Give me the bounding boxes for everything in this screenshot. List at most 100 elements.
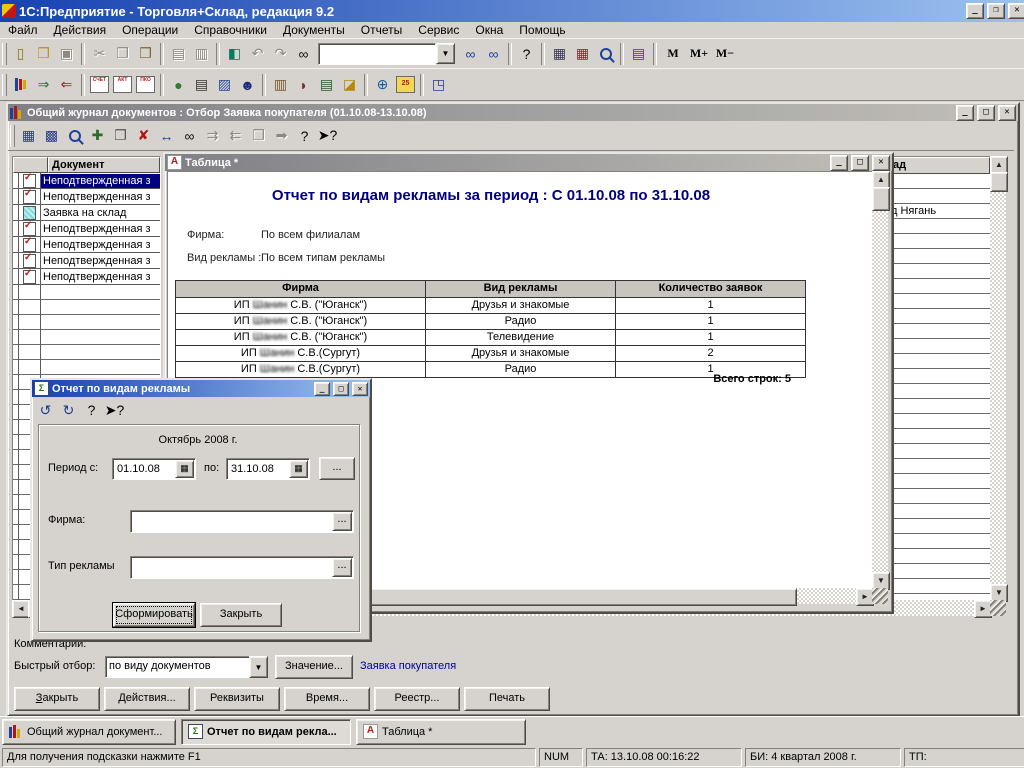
undo-icon[interactable]: ↶ xyxy=(246,43,269,65)
resize-grip[interactable] xyxy=(872,588,888,604)
pko-document-icon[interactable]: ПКО xyxy=(134,74,157,96)
save-icon[interactable]: ▣ xyxy=(55,43,78,65)
search-input[interactable] xyxy=(320,45,420,63)
restore-button[interactable]: ❐ xyxy=(987,3,1005,19)
print-preview-icon[interactable]: ▥ xyxy=(190,43,213,65)
memory-minus-icon[interactable]: M− xyxy=(712,43,738,65)
clipboard-icon[interactable]: ▨ xyxy=(213,74,236,96)
minimize-button[interactable]: _ xyxy=(314,382,330,396)
staff-icon[interactable]: ☻ xyxy=(236,74,259,96)
calculator-icon[interactable]: ▦ xyxy=(548,43,571,65)
period-from-field[interactable]: ▦ xyxy=(112,458,196,480)
tab-report-dialog[interactable]: Σ Отчет по видам рекла... xyxy=(181,719,351,745)
ad-type-input[interactable] xyxy=(133,558,329,576)
menu-service[interactable]: Сервис xyxy=(410,22,467,38)
subordinate-docs-icon[interactable]: ❒ xyxy=(247,125,270,147)
context-help-icon[interactable]: ➤? xyxy=(316,125,339,147)
help-icon[interactable]: ? xyxy=(515,43,538,65)
help-icon[interactable]: ? xyxy=(80,399,103,421)
minimize-button[interactable]: _ xyxy=(830,155,848,171)
journal-row[interactable]: Неподтвержденная з xyxy=(13,189,160,205)
firm-input[interactable] xyxy=(133,512,329,530)
journal-row[interactable]: Неподтвержденная з xyxy=(13,253,160,269)
table-vertical-scrollbar[interactable]: ▲ ▼ xyxy=(872,171,888,588)
toolbar-gripper[interactable] xyxy=(2,43,7,65)
invoice-schet-icon[interactable]: СЧЕТ xyxy=(88,74,111,96)
period-more-button[interactable]: ... xyxy=(319,457,355,480)
search-combobox[interactable] xyxy=(318,43,436,65)
menu-actions[interactable]: Действия xyxy=(46,22,115,38)
journal-row[interactable]: Заявка на склад xyxy=(13,205,160,221)
doc-incoming-icon[interactable]: ⇒ xyxy=(32,74,55,96)
new-document-icon[interactable]: ▯ xyxy=(9,43,32,65)
toolbar-gripper[interactable] xyxy=(2,74,7,96)
user-monitor-icon[interactable]: ◧ xyxy=(223,43,246,65)
find-next-icon[interactable]: ∞ xyxy=(459,43,482,65)
shredder-icon[interactable]: ▥ xyxy=(269,74,292,96)
new-row-icon[interactable]: ✚ xyxy=(86,125,109,147)
menu-help[interactable]: Помощь xyxy=(511,22,573,38)
report-chart-icon[interactable]: ◪ xyxy=(338,74,361,96)
globe-icon[interactable]: ⊕ xyxy=(371,74,394,96)
save-settings-icon[interactable]: ↺ xyxy=(34,399,57,421)
menu-operations[interactable]: Операции xyxy=(114,22,186,38)
minimize-button[interactable]: _ xyxy=(956,105,974,121)
purse-icon[interactable]: ◗ xyxy=(292,74,315,96)
delete-row-icon[interactable]: ✘ xyxy=(132,125,155,147)
close-journal-button[interactable]: Закрыть xyxy=(14,687,100,711)
restore-settings-icon[interactable]: ↻ xyxy=(57,399,80,421)
close-button[interactable]: ✕ xyxy=(352,382,368,396)
copy-row-icon[interactable]: ❐ xyxy=(109,125,132,147)
menu-documents[interactable]: Документы xyxy=(275,22,353,38)
close-button[interactable]: ✕ xyxy=(998,105,1016,121)
paste-icon[interactable]: ❒ xyxy=(134,43,157,65)
formula-calculator-icon[interactable]: ▦ xyxy=(571,43,594,65)
quick-filter-combobox[interactable]: по виду документов xyxy=(105,656,250,678)
table-title-bar[interactable]: A Таблица * _ □ ✕ xyxy=(165,154,892,171)
actions-button[interactable]: Действия... xyxy=(104,687,190,711)
interval-icon[interactable]: ↔ xyxy=(155,125,178,147)
scroll-thumb[interactable] xyxy=(990,172,1008,192)
close-dialog-button[interactable]: Закрыть xyxy=(200,603,282,627)
find-backward-icon[interactable]: ∞ xyxy=(482,43,505,65)
user-session-icon[interactable]: ◳ xyxy=(427,74,450,96)
description-icon[interactable]: ▤ xyxy=(627,43,650,65)
close-button[interactable]: ✕ xyxy=(1008,3,1024,19)
cut-icon[interactable]: ✂ xyxy=(88,43,111,65)
journal-row[interactable]: Неподтвержденная з xyxy=(13,173,160,189)
ad-type-field[interactable]: ... xyxy=(130,556,354,579)
journal-row[interactable]: Неподтвержденная з xyxy=(13,237,160,253)
help-icon[interactable]: ? xyxy=(293,125,316,147)
ad-type-select-button[interactable]: ... xyxy=(332,558,352,577)
journal-row[interactable]: Неподтвержденная з xyxy=(13,269,160,285)
period-to-field[interactable]: ▦ xyxy=(226,458,310,480)
value-button[interactable]: Значение... xyxy=(275,655,353,679)
print-button[interactable]: Печать xyxy=(464,687,550,711)
firm-field[interactable]: ... xyxy=(130,510,354,533)
menu-windows[interactable]: Окна xyxy=(467,22,511,38)
warehouse-cell-value[interactable]: д Нягань xyxy=(891,205,936,217)
period-from-input[interactable] xyxy=(115,460,177,477)
doc-structure-icon[interactable]: ⇇ xyxy=(224,125,247,147)
memory-icon[interactable]: M xyxy=(660,43,686,65)
find-by-number-icon[interactable]: ∞ xyxy=(178,125,201,147)
period-to-input[interactable] xyxy=(229,460,291,477)
time-button[interactable]: Время... xyxy=(284,687,370,711)
registry-button[interactable]: Реестр... xyxy=(374,687,460,711)
view-document-icon[interactable] xyxy=(63,125,86,147)
ledger-icon[interactable]: ▤ xyxy=(315,74,338,96)
maximize-button[interactable]: □ xyxy=(333,382,349,396)
calendar-picker-icon[interactable]: ▦ xyxy=(289,460,308,478)
tab-table[interactable]: A Таблица * xyxy=(356,719,526,745)
quick-filter-dropdown[interactable]: ▼ xyxy=(249,656,268,678)
minimize-button[interactable]: _ xyxy=(966,3,984,19)
journal-edit-icon[interactable]: ▩ xyxy=(40,125,63,147)
scroll-thumb[interactable] xyxy=(872,187,890,211)
print-icon[interactable]: ▤ xyxy=(167,43,190,65)
tab-journal[interactable]: Общий журнал документ... xyxy=(2,719,176,745)
cash-register-icon[interactable]: ▤ xyxy=(190,74,213,96)
requisites-button[interactable]: Реквизиты xyxy=(194,687,280,711)
journal-grid-icon[interactable]: ▦ xyxy=(17,125,40,147)
calendar-picker-icon[interactable]: ▦ xyxy=(175,460,194,478)
dialog-title-bar[interactable]: Σ Отчет по видам рекламы _ □ ✕ xyxy=(32,380,370,397)
